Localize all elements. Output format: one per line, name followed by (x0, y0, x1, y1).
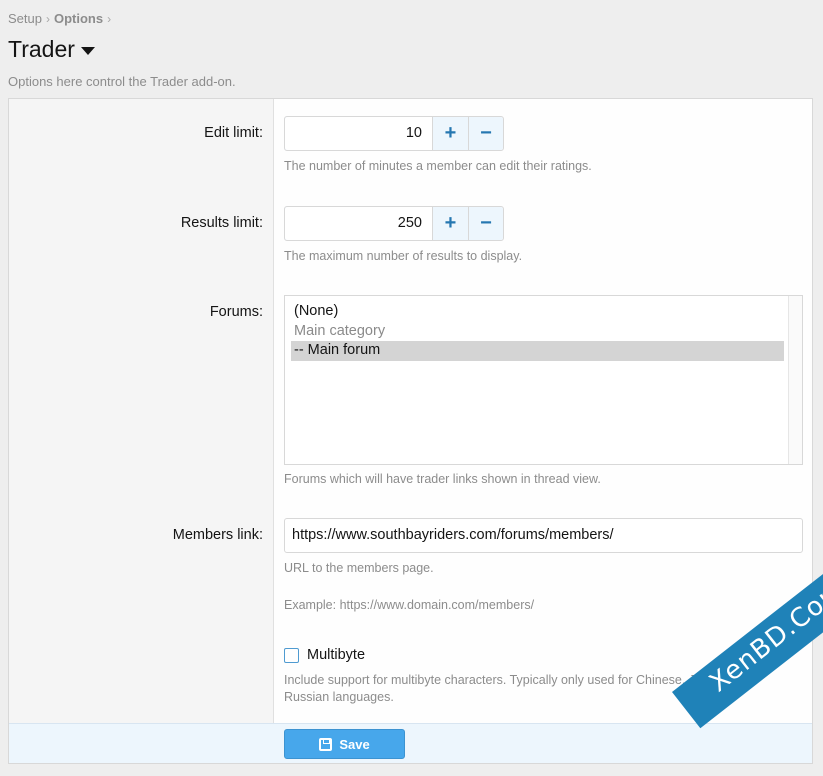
multibyte-label[interactable]: Multibyte (307, 647, 365, 663)
label-column (9, 99, 274, 723)
forum-option-main-category: Main category (294, 322, 386, 339)
results-limit-input[interactable]: 250 (285, 207, 433, 240)
edit-limit-hint: The number of minutes a member can edit … (284, 159, 592, 173)
breadcrumb-options[interactable]: Options (54, 11, 103, 26)
save-button[interactable]: Save (284, 729, 405, 759)
members-link-example: Example: https://www.domain.com/members/ (284, 598, 535, 612)
members-link-input[interactable]: https://www.southbayriders.com/forums/me… (284, 518, 803, 553)
edit-limit-label: Edit limit: (204, 125, 263, 141)
edit-limit-increment-button[interactable]: + (433, 117, 468, 150)
save-icon (319, 737, 333, 751)
forum-option-none[interactable]: (None) (291, 302, 784, 322)
caret-down-icon[interactable] (80, 46, 95, 55)
page-description: Options here control the Trader add-on. (8, 74, 236, 89)
forums-label: Forums: (209, 304, 263, 320)
minus-icon: − (480, 212, 492, 234)
edit-limit-input[interactable]: 10 (285, 117, 433, 150)
forums-scrollbar[interactable] (788, 296, 802, 464)
options-panel: Edit limit: 10 + − The number of minutes… (8, 98, 813, 764)
forum-option-main-forum[interactable]: -- Main forum (291, 341, 784, 361)
results-limit-stepper: 250 + − (284, 206, 504, 241)
breadcrumb: Setup › Options › (8, 11, 111, 26)
page-title[interactable]: Trader (8, 36, 95, 63)
results-limit-hint: The maximum number of results to display… (284, 249, 523, 263)
multibyte-option[interactable]: Multibyte (284, 647, 365, 663)
multibyte-checkbox[interactable] (284, 647, 299, 663)
results-limit-decrement-button[interactable]: − (468, 207, 503, 240)
plus-icon: + (444, 212, 457, 234)
save-button-label: Save (339, 736, 370, 752)
plus-icon: + (444, 122, 457, 144)
form-footer: Save (9, 723, 812, 763)
edit-limit-decrement-button[interactable]: − (468, 117, 503, 150)
results-limit-increment-button[interactable]: + (433, 207, 468, 240)
members-link-hint: URL to the members page. (284, 561, 434, 575)
forums-hint: Forums which will have trader links show… (284, 472, 601, 486)
edit-limit-stepper: 10 + − (284, 116, 504, 151)
page-title-text: Trader (8, 36, 75, 62)
forums-select[interactable]: (None) Main category -- Main forum (284, 295, 803, 465)
minus-icon: − (480, 122, 492, 144)
breadcrumb-separator-icon: › (45, 11, 50, 26)
results-limit-label: Results limit: (180, 215, 263, 231)
members-link-label: Members link: (172, 527, 263, 543)
breadcrumb-separator-icon: › (107, 11, 112, 26)
breadcrumb-setup[interactable]: Setup (8, 11, 42, 26)
